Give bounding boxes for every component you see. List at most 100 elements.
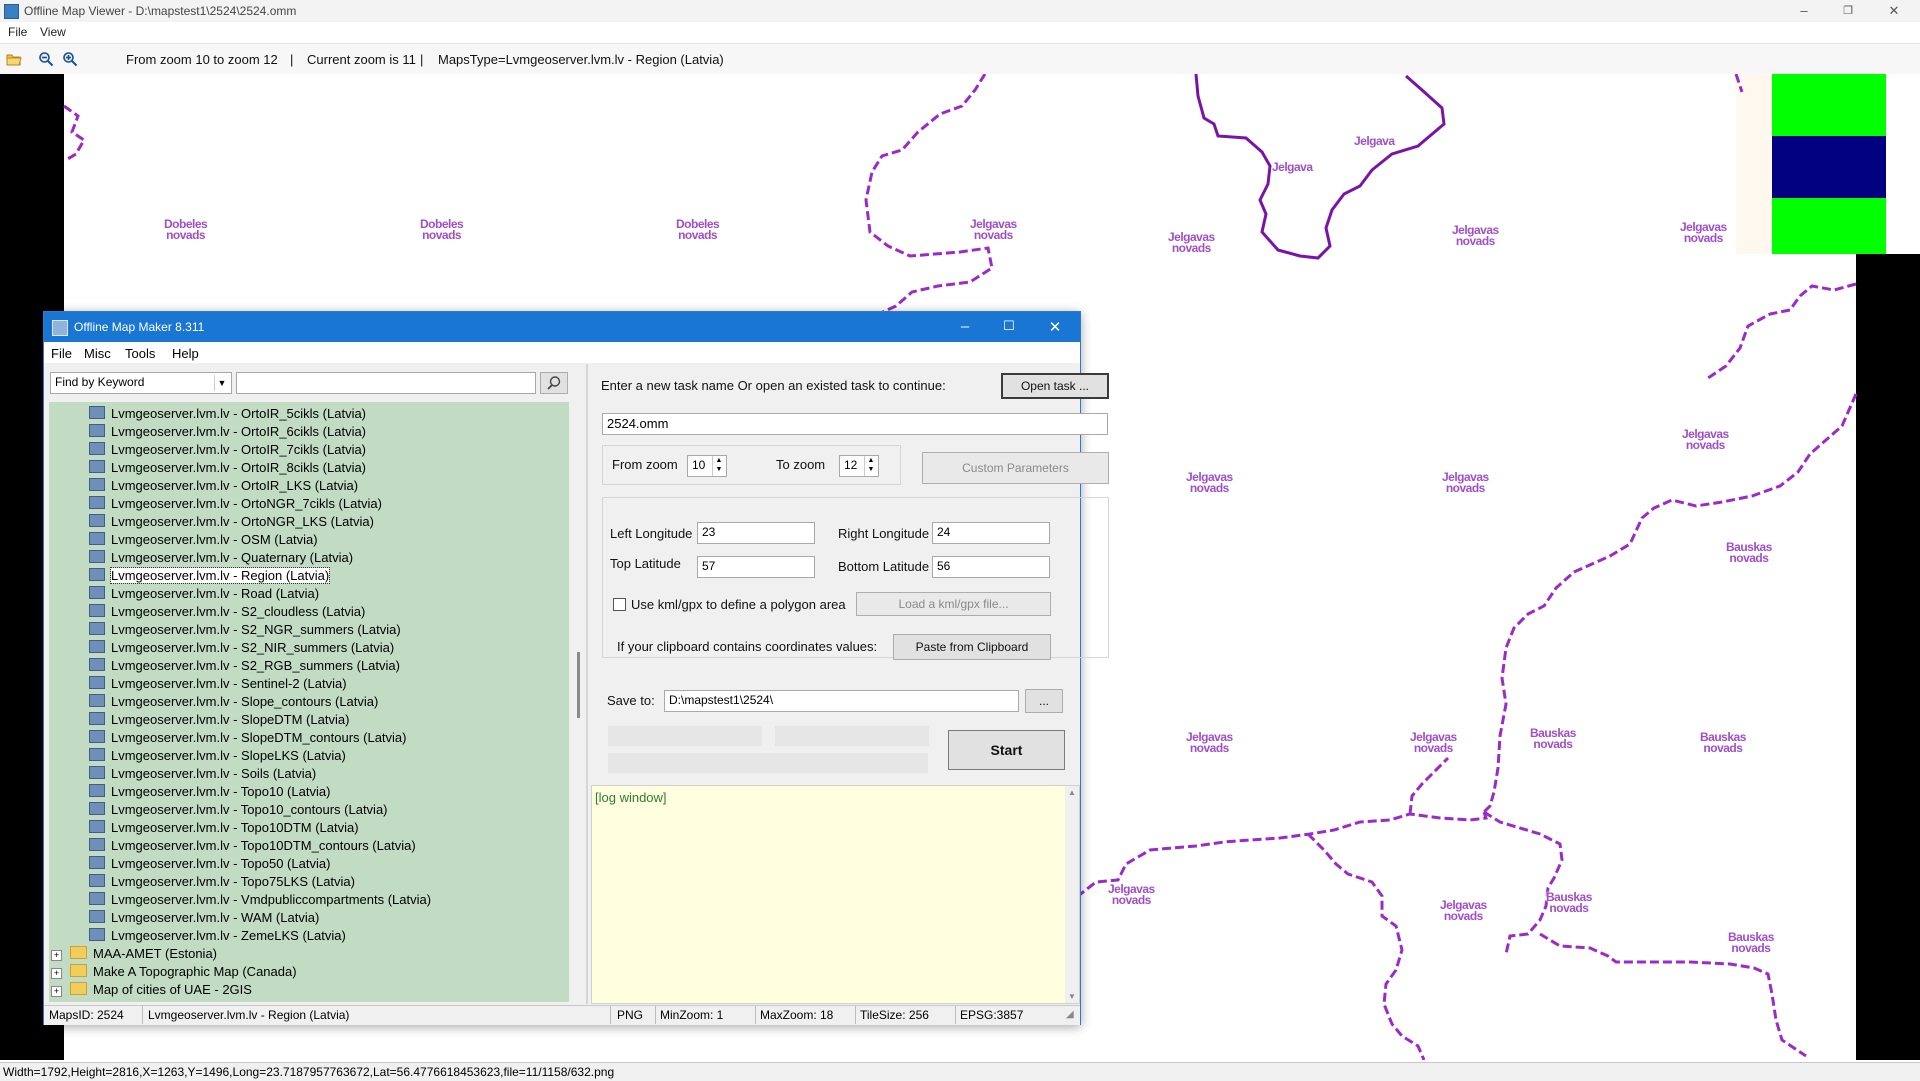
tree-group[interactable]: + Map of cities of UAE - 2GIS	[51, 982, 252, 1000]
from-zoom-value: 10	[692, 458, 706, 472]
tree-item[interactable]: Lvmgeoserver.lvm.lv - Road (Latvia)	[89, 586, 319, 604]
menu-view[interactable]: View	[40, 25, 66, 39]
expand-icon[interactable]: +	[51, 986, 62, 997]
left-longitude-input[interactable]: 23	[697, 522, 815, 544]
log-window[interactable]: [log window] ▲ ▼	[591, 785, 1080, 1004]
right-longitude-input[interactable]: 24	[932, 522, 1050, 544]
map-layer-icon	[89, 622, 105, 635]
tree-item[interactable]: Lvmgeoserver.lvm.lv - S2_RGB_summers (La…	[89, 658, 400, 676]
tree-item[interactable]: Lvmgeoserver.lvm.lv - S2_NGR_summers (La…	[89, 622, 401, 640]
expand-icon[interactable]: +	[51, 950, 62, 961]
tree-item-label: Lvmgeoserver.lvm.lv - OrtoIR_7cikls (Lat…	[111, 442, 367, 457]
tile-format: PNG	[617, 1008, 644, 1022]
tree-item[interactable]: Lvmgeoserver.lvm.lv - OrtoIR_8cikls (Lat…	[89, 460, 366, 478]
task-name-input[interactable]: 2524.omm	[602, 413, 1108, 435]
tree-item[interactable]: Lvmgeoserver.lvm.lv - S2_cloudless (Latv…	[89, 604, 365, 622]
tree-item[interactable]: Lvmgeoserver.lvm.lv - Soils (Latvia)	[89, 766, 316, 784]
zoom-in-icon[interactable]	[62, 51, 78, 67]
tree-item-label: Lvmgeoserver.lvm.lv - Topo10DTM (Latvia)	[111, 820, 359, 835]
tree-item[interactable]: Lvmgeoserver.lvm.lv - OrtoIR_7cikls (Lat…	[89, 442, 366, 460]
start-button[interactable]: Start	[948, 730, 1065, 770]
custom-parameters-button[interactable]: Custom Parameters	[922, 452, 1109, 484]
top-latitude-input[interactable]: 57	[697, 556, 815, 578]
map-layer-icon	[89, 478, 105, 491]
panel-splitter[interactable]	[586, 364, 588, 1004]
tree-item-label: Lvmgeoserver.lvm.lv - Vmdpubliccompartme…	[111, 892, 432, 907]
tree-item[interactable]: Lvmgeoserver.lvm.lv - Topo50 (Latvia)	[89, 856, 330, 874]
tree-group[interactable]: + MAA-AMET (Estonia)	[51, 946, 217, 964]
tree-item[interactable]: Lvmgeoserver.lvm.lv - OrtoIR_6cikls (Lat…	[89, 424, 366, 442]
paste-clipboard-button[interactable]: Paste from Clipboard	[893, 634, 1051, 660]
zoom-out-icon[interactable]	[38, 51, 54, 67]
dialog-menu-misc[interactable]: Misc	[84, 346, 111, 361]
tree-item[interactable]: Lvmgeoserver.lvm.lv - OrtoNGR_LKS (Latvi…	[89, 514, 374, 532]
open-folder-icon[interactable]	[6, 51, 22, 67]
search-button[interactable]	[540, 372, 568, 394]
maps-type-text: MapsType=Lvmgeoserver.lvm.lv - Region (L…	[438, 52, 724, 67]
tree-item[interactable]: Lvmgeoserver.lvm.lv - S2_NIR_summers (La…	[89, 640, 394, 658]
dialog-close-button[interactable]: ✕	[1040, 318, 1070, 336]
tree-item[interactable]: Lvmgeoserver.lvm.lv - Topo75LKS (Latvia)	[89, 874, 355, 892]
dialog-maximize-button[interactable]: ☐	[994, 318, 1024, 334]
load-kml-button[interactable]: Load a kml/gpx file...	[856, 592, 1051, 616]
progress-bar	[608, 753, 928, 773]
tree-item[interactable]: Lvmgeoserver.lvm.lv - Vmdpubliccompartme…	[89, 892, 431, 910]
tree-item[interactable]: Lvmgeoserver.lvm.lv - Quaternary (Latvia…	[89, 550, 353, 568]
restore-button[interactable]: ❐	[1828, 2, 1868, 20]
log-scrollbar[interactable]: ▲ ▼	[1065, 786, 1079, 1003]
tree-item[interactable]: Lvmgeoserver.lvm.lv - SlopeDTM (Latvia)	[89, 712, 349, 730]
dialog-minimize-button[interactable]: –	[950, 318, 980, 335]
scroll-up-icon[interactable]: ▲	[1068, 788, 1076, 797]
dialog-menu-file[interactable]: File	[51, 346, 72, 361]
dialog-menubar: File Misc Tools Help	[44, 342, 1080, 363]
scroll-down-icon[interactable]: ▼	[1068, 992, 1076, 1001]
spin-arrows-icon[interactable]: ▲ ▼	[864, 456, 877, 476]
tree-item[interactable]: Lvmgeoserver.lvm.lv - OrtoIR_5cikls (Lat…	[89, 406, 366, 424]
dialog-menu-tools[interactable]: Tools	[125, 346, 155, 361]
tree-item[interactable]: Lvmgeoserver.lvm.lv - OrtoNGR_7cikls (La…	[89, 496, 382, 514]
expand-icon[interactable]: +	[51, 968, 62, 979]
close-button[interactable]: ✕	[1874, 2, 1914, 20]
map-source-tree[interactable]: Lvmgeoserver.lvm.lv - OrtoIR_5cikls (Lat…	[49, 402, 569, 1002]
spin-arrows-icon[interactable]: ▲ ▼	[712, 456, 725, 476]
tree-item[interactable]: Lvmgeoserver.lvm.lv - OrtoIR_LKS (Latvia…	[89, 478, 358, 496]
browse-button[interactable]: ...	[1025, 689, 1063, 713]
tree-item[interactable]: Lvmgeoserver.lvm.lv - OSM (Latvia)	[89, 532, 318, 550]
save-path-input[interactable]: D:\mapstest1\2524\	[664, 690, 1019, 712]
tree-item[interactable]: Lvmgeoserver.lvm.lv - Slope_contours (La…	[89, 694, 378, 712]
menu-file[interactable]: File	[8, 25, 27, 39]
tree-item-label: Lvmgeoserver.lvm.lv - Soils (Latvia)	[111, 766, 317, 781]
search-mode-select[interactable]: Find by Keyword ▼	[50, 372, 232, 394]
tree-item-label: Lvmgeoserver.lvm.lv - ZemeLKS (Latvia)	[111, 928, 346, 943]
bottom-latitude-input[interactable]: 56	[932, 556, 1050, 578]
tree-item[interactable]: Lvmgeoserver.lvm.lv - SlopeLKS (Latvia)	[89, 748, 346, 766]
tree-item[interactable]: Lvmgeoserver.lvm.lv - ZemeLKS (Latvia)	[89, 928, 346, 946]
kml-checkbox[interactable]	[613, 598, 626, 611]
tree-scrollbar-thumb[interactable]	[577, 652, 580, 718]
map-layer-icon	[89, 424, 105, 437]
tree-item[interactable]: Lvmgeoserver.lvm.lv - Topo10DTM (Latvia)	[89, 820, 359, 838]
tree-item[interactable]: Lvmgeoserver.lvm.lv - Sentinel-2 (Latvia…	[89, 676, 347, 694]
dialog-title: Offline Map Maker 8.311	[74, 320, 205, 334]
region-label-bauskas: Bauskas novads	[1546, 890, 1592, 915]
right-longitude-label: Right Longitude	[838, 526, 930, 541]
resize-grip-icon[interactable]: ◢	[1066, 1009, 1074, 1020]
tree-item[interactable]: Lvmgeoserver.lvm.lv - Topo10_contours (L…	[89, 802, 388, 820]
dialog-menu-help[interactable]: Help	[172, 346, 199, 361]
clipboard-label: If your clipboard contains coordinates v…	[617, 639, 878, 654]
map-layer-icon	[89, 514, 105, 527]
minimize-button[interactable]: –	[1784, 2, 1824, 20]
to-zoom-stepper[interactable]: 12 ▲ ▼	[839, 455, 879, 477]
tree-item[interactable]: Lvmgeoserver.lvm.lv - WAM (Latvia)	[89, 910, 319, 928]
tree-item[interactable]: Lvmgeoserver.lvm.lv - Region (Latvia)	[89, 567, 331, 586]
map-layer-icon	[89, 730, 105, 743]
search-input[interactable]	[236, 372, 536, 394]
tree-group[interactable]: + Make A Topographic Map (Canada)	[51, 964, 297, 982]
open-task-button[interactable]: Open task ...	[1001, 373, 1109, 399]
tree-item[interactable]: Lvmgeoserver.lvm.lv - Topo10 (Latvia)	[89, 784, 330, 802]
tree-item[interactable]: Lvmgeoserver.lvm.lv - Topo10DTM_contours…	[89, 838, 416, 856]
region-label-jelgavas: Jelgavas novads	[970, 217, 1017, 242]
tree-scrollbar[interactable]	[572, 402, 586, 1002]
tree-item[interactable]: Lvmgeoserver.lvm.lv - SlopeDTM_contours …	[89, 730, 407, 748]
from-zoom-stepper[interactable]: 10 ▲ ▼	[687, 455, 727, 477]
